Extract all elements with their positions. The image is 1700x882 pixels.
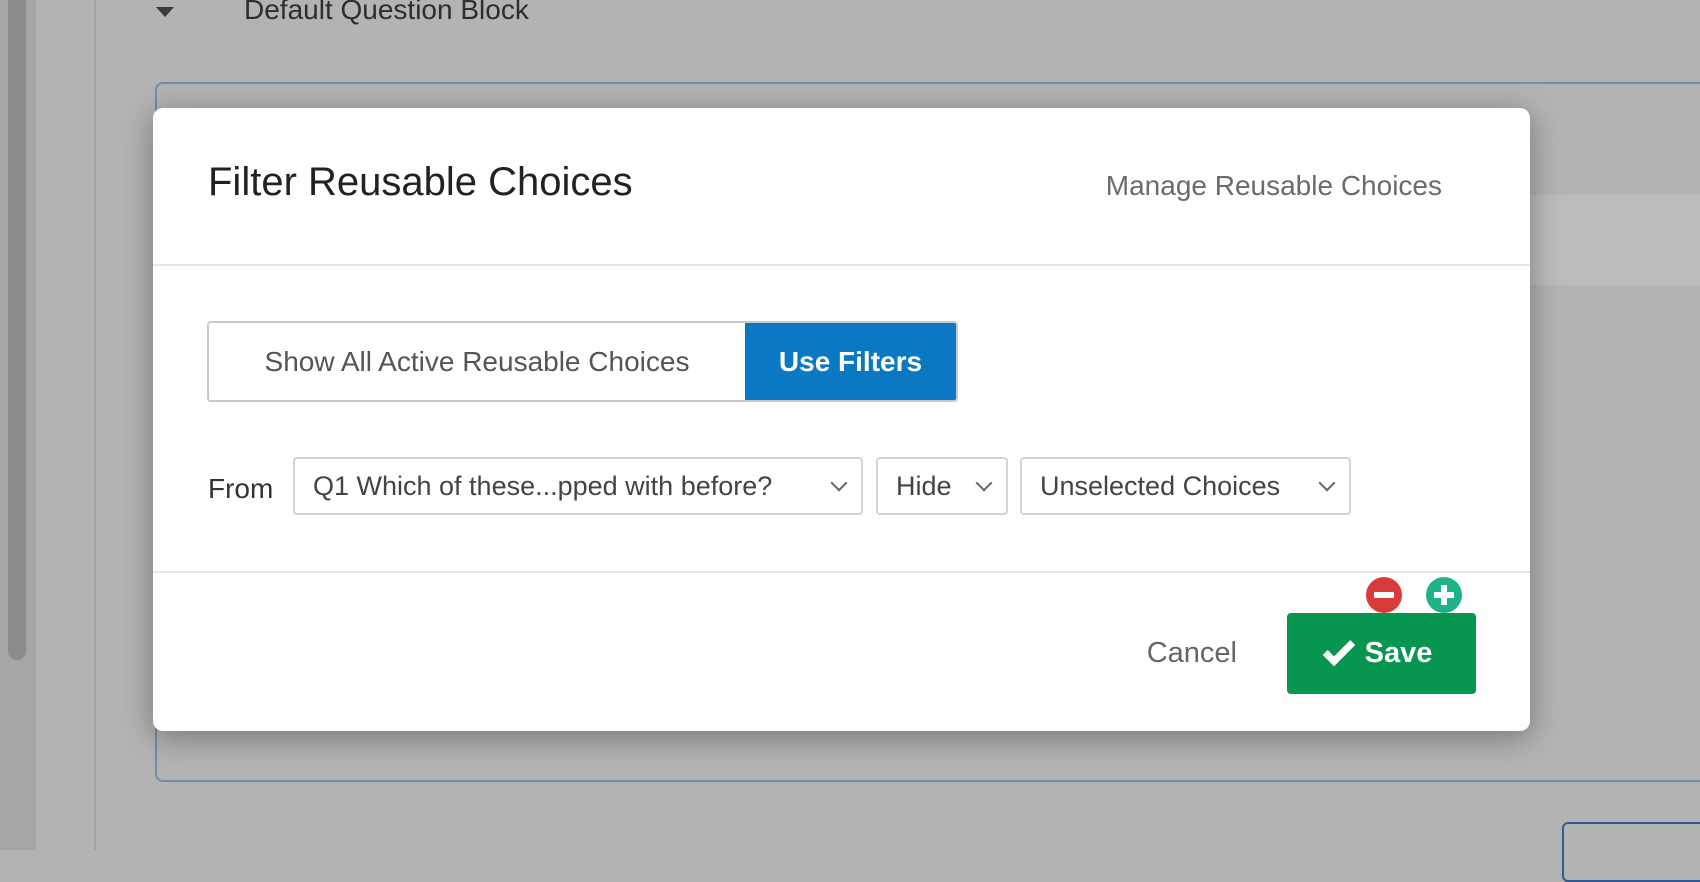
manage-reusable-choices-link[interactable]: Manage Reusable Choices bbox=[1106, 170, 1442, 202]
from-label: From bbox=[208, 473, 273, 505]
chevron-down-icon bbox=[1319, 475, 1336, 492]
save-button[interactable]: Save bbox=[1287, 613, 1476, 694]
block-title: Default Question Block bbox=[244, 0, 529, 26]
use-filters-option[interactable]: Use Filters bbox=[745, 323, 956, 400]
next-button-outline[interactable] bbox=[1562, 822, 1700, 882]
divider bbox=[94, 0, 96, 850]
collapse-triangle-icon[interactable] bbox=[156, 7, 174, 17]
show-all-option[interactable]: Show All Active Reusable Choices bbox=[209, 323, 745, 400]
add-filter-icon[interactable] bbox=[1426, 577, 1462, 613]
scrollbar[interactable] bbox=[8, 0, 26, 660]
footer-divider bbox=[153, 571, 1530, 573]
chevron-down-icon bbox=[831, 475, 848, 492]
choices-select[interactable]: Unselected Choices bbox=[1020, 457, 1351, 515]
cancel-button[interactable]: Cancel bbox=[1147, 637, 1237, 670]
background-band bbox=[1530, 195, 1700, 285]
filter-reusable-choices-dialog: Filter Reusable Choices Manage Reusable … bbox=[153, 108, 1530, 731]
dialog-title: Filter Reusable Choices bbox=[208, 160, 633, 205]
chevron-down-icon bbox=[976, 475, 993, 492]
remove-filter-icon[interactable] bbox=[1366, 577, 1402, 613]
action-value: Hide bbox=[896, 471, 952, 502]
filter-mode-toggle: Show All Active Reusable Choices Use Fil… bbox=[207, 321, 958, 402]
action-select[interactable]: Hide bbox=[876, 457, 1008, 515]
question-value: Q1 Which of these...pped with before? bbox=[313, 471, 772, 502]
checkmark-icon bbox=[1322, 633, 1355, 666]
choices-value: Unselected Choices bbox=[1040, 471, 1280, 502]
save-label: Save bbox=[1365, 637, 1433, 670]
header-divider bbox=[153, 264, 1530, 266]
question-select[interactable]: Q1 Which of these...pped with before? bbox=[293, 457, 863, 515]
